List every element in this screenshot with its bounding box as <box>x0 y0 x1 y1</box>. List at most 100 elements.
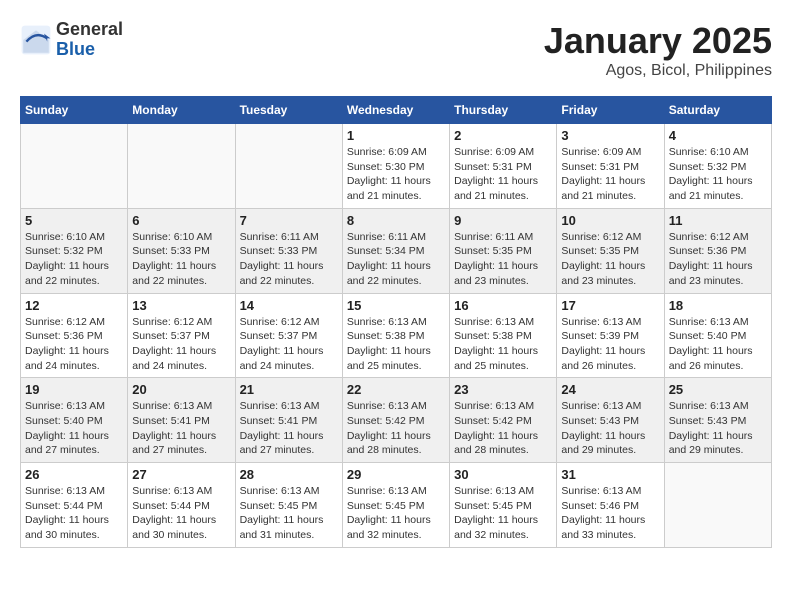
calendar-cell: 24 Sunrise: 6:13 AM Sunset: 5:43 PM Dayli… <box>557 378 664 463</box>
calendar-cell: 9 Sunrise: 6:11 AM Sunset: 5:35 PM Daylig… <box>450 208 557 293</box>
day-info: Sunrise: 6:13 AM Sunset: 5:43 PM Dayligh… <box>561 399 659 458</box>
calendar-title: January 2025 <box>544 20 772 62</box>
page-header: General Blue January 2025 Agos, Bicol, P… <box>20 20 772 80</box>
day-number: 9 <box>454 213 552 228</box>
calendar-week-row: 19Sunrise: 6:13 AM Sunset: 5:40 PM Dayli… <box>21 378 772 463</box>
day-number: 31 <box>561 467 659 482</box>
day-number: 27 <box>132 467 230 482</box>
day-info: Sunrise: 6:13 AM Sunset: 5:41 PM Dayligh… <box>240 399 338 458</box>
day-number: 10 <box>561 213 659 228</box>
day-number: 18 <box>669 298 767 313</box>
day-number: 28 <box>240 467 338 482</box>
day-number: 17 <box>561 298 659 313</box>
calendar-week-row: 1 Sunrise: 6:09 AM Sunset: 5:30 PM Daylig… <box>21 124 772 209</box>
logo-icon <box>20 24 52 56</box>
day-info: Sunrise: 6:13 AM Sunset: 5:40 PM Dayligh… <box>669 315 767 374</box>
day-number: 30 <box>454 467 552 482</box>
calendar-subtitle: Agos, Bicol, Philippines <box>544 62 772 80</box>
day-number: 7 <box>240 213 338 228</box>
calendar-cell: 12Sunrise: 6:12 AM Sunset: 5:36 PM Dayli… <box>21 293 128 378</box>
calendar-cell <box>235 124 342 209</box>
day-number: 8 <box>347 213 445 228</box>
calendar-cell: 16 Sunrise: 6:13 AM Sunset: 5:38 PM Dayli… <box>450 293 557 378</box>
day-info: Sunrise: 6:13 AM Sunset: 5:46 PM Dayligh… <box>561 484 659 543</box>
day-info: Sunrise: 6:10 AM Sunset: 5:32 PM Dayligh… <box>25 230 123 289</box>
day-header-sunday: Sunday <box>21 97 128 124</box>
day-info: Sunrise: 6:09 AM Sunset: 5:30 PM Dayligh… <box>347 145 445 204</box>
calendar-cell: 5Sunrise: 6:10 AM Sunset: 5:32 PM Daylig… <box>21 208 128 293</box>
logo-text: General Blue <box>56 20 123 60</box>
day-info: Sunrise: 6:13 AM Sunset: 5:43 PM Dayligh… <box>669 399 767 458</box>
day-info: Sunrise: 6:13 AM Sunset: 5:42 PM Dayligh… <box>347 399 445 458</box>
day-number: 26 <box>25 467 123 482</box>
day-header-wednesday: Wednesday <box>342 97 449 124</box>
day-number: 13 <box>132 298 230 313</box>
day-info: Sunrise: 6:12 AM Sunset: 5:36 PM Dayligh… <box>25 315 123 374</box>
day-info: Sunrise: 6:09 AM Sunset: 5:31 PM Dayligh… <box>454 145 552 204</box>
logo-general: General <box>56 19 123 39</box>
calendar-cell: 21 Sunrise: 6:13 AM Sunset: 5:41 PM Dayli… <box>235 378 342 463</box>
calendar-cell: 1 Sunrise: 6:09 AM Sunset: 5:30 PM Daylig… <box>342 124 449 209</box>
day-info: Sunrise: 6:11 AM Sunset: 5:34 PM Dayligh… <box>347 230 445 289</box>
logo-blue: Blue <box>56 39 95 59</box>
calendar-cell <box>664 463 771 548</box>
day-info: Sunrise: 6:13 AM Sunset: 5:44 PM Dayligh… <box>132 484 230 543</box>
calendar-cell: 10 Sunrise: 6:12 AM Sunset: 5:35 PM Dayli… <box>557 208 664 293</box>
calendar-cell: 8 Sunrise: 6:11 AM Sunset: 5:34 PM Daylig… <box>342 208 449 293</box>
day-number: 4 <box>669 128 767 143</box>
calendar-cell: 26 Sunrise: 6:13 AM Sunset: 5:44 PM Dayli… <box>21 463 128 548</box>
day-header-monday: Monday <box>128 97 235 124</box>
day-number: 21 <box>240 382 338 397</box>
calendar-cell: 30 Sunrise: 6:13 AM Sunset: 5:45 PM Dayli… <box>450 463 557 548</box>
calendar-cell: 20 Sunrise: 6:13 AM Sunset: 5:41 PM Dayli… <box>128 378 235 463</box>
day-info: Sunrise: 6:11 AM Sunset: 5:35 PM Dayligh… <box>454 230 552 289</box>
day-info: Sunrise: 6:12 AM Sunset: 5:35 PM Dayligh… <box>561 230 659 289</box>
day-number: 15 <box>347 298 445 313</box>
day-info: Sunrise: 6:13 AM Sunset: 5:39 PM Dayligh… <box>561 315 659 374</box>
day-number: 24 <box>561 382 659 397</box>
day-number: 14 <box>240 298 338 313</box>
calendar-cell: 4 Sunrise: 6:10 AM Sunset: 5:32 PM Daylig… <box>664 124 771 209</box>
calendar-header-row: SundayMondayTuesdayWednesdayThursdayFrid… <box>21 97 772 124</box>
calendar-cell: 7Sunrise: 6:11 AM Sunset: 5:33 PM Daylig… <box>235 208 342 293</box>
calendar-cell: 23 Sunrise: 6:13 AM Sunset: 5:42 PM Dayli… <box>450 378 557 463</box>
day-number: 2 <box>454 128 552 143</box>
day-info: Sunrise: 6:13 AM Sunset: 5:41 PM Dayligh… <box>132 399 230 458</box>
day-number: 22 <box>347 382 445 397</box>
day-info: Sunrise: 6:13 AM Sunset: 5:45 PM Dayligh… <box>454 484 552 543</box>
day-number: 1 <box>347 128 445 143</box>
title-block: January 2025 Agos, Bicol, Philippines <box>544 20 772 80</box>
calendar-cell: 15 Sunrise: 6:13 AM Sunset: 5:38 PM Dayli… <box>342 293 449 378</box>
day-header-saturday: Saturday <box>664 97 771 124</box>
day-info: Sunrise: 6:13 AM Sunset: 5:45 PM Dayligh… <box>347 484 445 543</box>
logo: General Blue <box>20 20 123 60</box>
day-number: 6 <box>132 213 230 228</box>
calendar-week-row: 26 Sunrise: 6:13 AM Sunset: 5:44 PM Dayli… <box>21 463 772 548</box>
calendar-cell: 14Sunrise: 6:12 AM Sunset: 5:37 PM Dayli… <box>235 293 342 378</box>
calendar-cell: 17 Sunrise: 6:13 AM Sunset: 5:39 PM Dayli… <box>557 293 664 378</box>
day-number: 16 <box>454 298 552 313</box>
calendar-cell: 13Sunrise: 6:12 AM Sunset: 5:37 PM Dayli… <box>128 293 235 378</box>
day-info: Sunrise: 6:13 AM Sunset: 5:38 PM Dayligh… <box>454 315 552 374</box>
calendar-cell: 6 Sunrise: 6:10 AM Sunset: 5:33 PM Daylig… <box>128 208 235 293</box>
day-info: Sunrise: 6:10 AM Sunset: 5:33 PM Dayligh… <box>132 230 230 289</box>
day-info: Sunrise: 6:13 AM Sunset: 5:38 PM Dayligh… <box>347 315 445 374</box>
calendar-cell: 19Sunrise: 6:13 AM Sunset: 5:40 PM Dayli… <box>21 378 128 463</box>
calendar-week-row: 5Sunrise: 6:10 AM Sunset: 5:32 PM Daylig… <box>21 208 772 293</box>
day-info: Sunrise: 6:13 AM Sunset: 5:44 PM Dayligh… <box>25 484 123 543</box>
calendar-cell: 22 Sunrise: 6:13 AM Sunset: 5:42 PM Dayli… <box>342 378 449 463</box>
day-number: 23 <box>454 382 552 397</box>
day-info: Sunrise: 6:13 AM Sunset: 5:40 PM Dayligh… <box>25 399 123 458</box>
calendar-cell: 28Sunrise: 6:13 AM Sunset: 5:45 PM Dayli… <box>235 463 342 548</box>
day-header-friday: Friday <box>557 97 664 124</box>
day-info: Sunrise: 6:13 AM Sunset: 5:42 PM Dayligh… <box>454 399 552 458</box>
day-info: Sunrise: 6:10 AM Sunset: 5:32 PM Dayligh… <box>669 145 767 204</box>
day-number: 20 <box>132 382 230 397</box>
day-info: Sunrise: 6:09 AM Sunset: 5:31 PM Dayligh… <box>561 145 659 204</box>
calendar-cell <box>128 124 235 209</box>
day-number: 25 <box>669 382 767 397</box>
calendar-cell: 2 Sunrise: 6:09 AM Sunset: 5:31 PM Daylig… <box>450 124 557 209</box>
calendar-cell: 11Sunrise: 6:12 AM Sunset: 5:36 PM Dayli… <box>664 208 771 293</box>
calendar-cell: 18 Sunrise: 6:13 AM Sunset: 5:40 PM Dayli… <box>664 293 771 378</box>
calendar-cell: 3Sunrise: 6:09 AM Sunset: 5:31 PM Daylig… <box>557 124 664 209</box>
